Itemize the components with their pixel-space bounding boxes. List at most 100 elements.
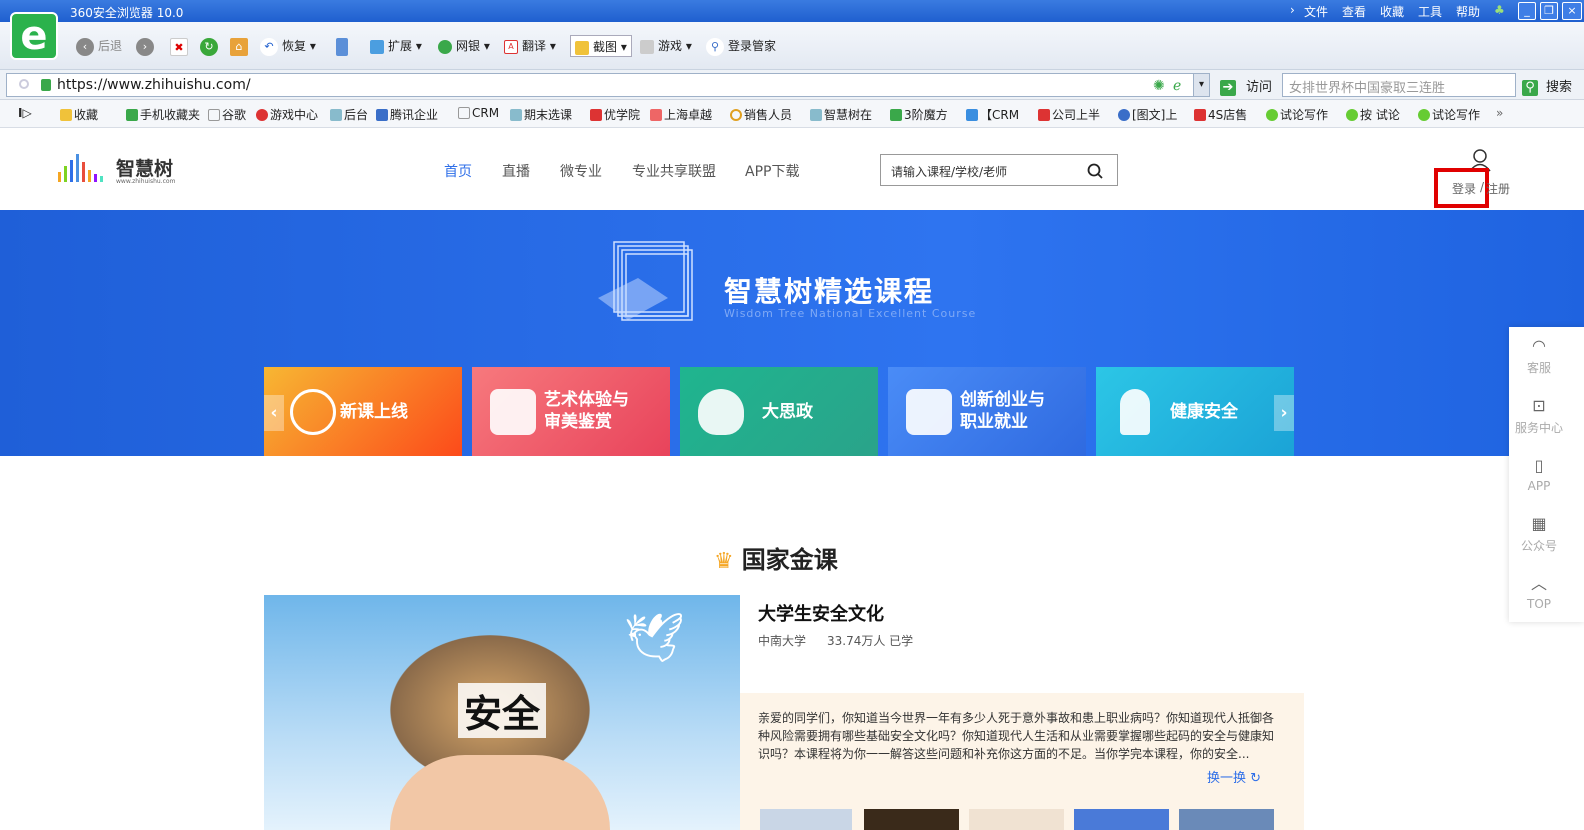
login-manager-button[interactable]: ⚲ 登录管家 [706, 35, 776, 57]
nav-home[interactable]: 首页 [444, 161, 472, 181]
skin-icon[interactable]: ♣ [1494, 3, 1505, 17]
bookmark-label: 后台 [344, 108, 369, 122]
bookmark-label: 【CRM [980, 108, 1020, 122]
bookmark-label: CRM [472, 106, 500, 120]
dove-icon: 🕊 [624, 610, 685, 666]
qr-code-icon: ▦ [1531, 514, 1547, 533]
bookmark-item[interactable]: CRM [458, 106, 499, 120]
screenshot-button[interactable]: 截图 ▾ [570, 35, 632, 57]
restore-button[interactable]: ↶ 恢复 ▾ [260, 35, 316, 57]
speed-icon[interactable]: ✺ [1153, 78, 1165, 94]
bookmark-item[interactable]: 后台 [330, 106, 368, 123]
sidebar-toggle-icon[interactable]: I▷ [18, 106, 32, 120]
stop-button[interactable]: ✖ [170, 35, 192, 57]
rocket-icon [1120, 389, 1150, 435]
visit-button[interactable]: ➔ 访问 [1220, 76, 1272, 96]
related-course-thumb[interactable] [1074, 809, 1169, 830]
bookmark-item[interactable]: 试论写作 [1418, 106, 1480, 123]
back-to-top-button[interactable]: ︿ TOP [1509, 575, 1569, 612]
search-icon[interactable] [1087, 163, 1103, 179]
forward-button[interactable]: › [136, 35, 158, 57]
category-health-safety[interactable]: 健康安全 › [1096, 367, 1294, 456]
games-button[interactable]: 游戏 ▾ [640, 35, 692, 57]
browser-search-button[interactable]: ⚲ 搜索 [1522, 76, 1572, 96]
nav-live[interactable]: 直播 [502, 161, 530, 181]
bookmark-item[interactable]: 3阶魔方 [890, 106, 948, 123]
wechat-official-button[interactable]: ▦ 公众号 [1509, 515, 1569, 554]
page-info-icon [19, 79, 29, 89]
category-new-courses[interactable]: ‹ 新课上线 [264, 367, 462, 456]
menu-help[interactable]: 帮助 [1456, 3, 1480, 20]
menu-file[interactable]: 文件 [1304, 3, 1328, 20]
menu-view[interactable]: 查看 [1342, 3, 1366, 20]
bookmark-item[interactable]: 按 试论 [1346, 106, 1400, 123]
site-header: 智慧树 www.zhihuishu.com 首页 直播 微专业 专业共享联盟 A… [0, 128, 1584, 210]
course-cover-image[interactable]: 安全 🕊 [264, 595, 740, 830]
extend-button[interactable]: 扩展 ▾ [370, 35, 422, 57]
bookmark-item[interactable]: 收藏 [60, 106, 98, 123]
switch-link[interactable]: 换一换 ↻ [1207, 767, 1261, 786]
login-link[interactable]: 登录 [1452, 180, 1476, 197]
nav-alliance[interactable]: 专业共享联盟 [632, 161, 716, 181]
hero-subtitle: Wisdom Tree National Excellent Course [724, 307, 977, 320]
related-course-thumb[interactable] [760, 809, 852, 830]
close-window-button[interactable]: × [1562, 2, 1582, 20]
category-art[interactable]: 艺术体验与 审美鉴赏 [472, 367, 670, 456]
course-title[interactable]: 大学生安全文化 [758, 600, 884, 626]
menu-arrow-icon[interactable]: › [1290, 3, 1295, 17]
url-input[interactable]: https://www.zhihuishu.com/ ✺ ℯ ▾ [6, 73, 1210, 97]
app-button[interactable]: ▯ APP [1509, 457, 1569, 494]
home-button[interactable]: ⌂ [230, 35, 252, 57]
screenshot-label: 截图 [593, 40, 618, 54]
hero-title: 智慧树精选课程 [724, 275, 935, 308]
bookmark-item[interactable]: [图文]上 [1118, 106, 1177, 123]
nav-micro-major[interactable]: 微专业 [560, 161, 602, 181]
category-ideology[interactable]: 大思政 [680, 367, 878, 456]
logo-domain: www.zhihuishu.com [116, 178, 176, 185]
bookmark-item[interactable]: 手机收藏夹 [126, 106, 200, 123]
menu-tools[interactable]: 工具 [1418, 3, 1442, 20]
related-course-thumb[interactable] [969, 809, 1064, 830]
bank-button[interactable]: 网银 ▾ [438, 35, 490, 57]
carousel-prev-icon[interactable]: ‹ [264, 395, 284, 431]
nav-app-download[interactable]: APP下载 [745, 161, 799, 181]
address-bar-row: https://www.zhihuishu.com/ ✺ ℯ ▾ ➔ 访问 女排世… [0, 70, 1584, 100]
minimize-button[interactable]: _ [1518, 2, 1536, 20]
browser-search-input[interactable]: 女排世界杯中国豪取三连胜 [1282, 73, 1516, 97]
bookmark-item[interactable]: 腾讯企业 [376, 106, 438, 123]
site-logo[interactable]: 智慧树 www.zhihuishu.com [58, 154, 198, 186]
register-link[interactable]: 注册 [1486, 180, 1510, 197]
hands-image [390, 755, 610, 830]
related-course-thumb[interactable] [1179, 809, 1274, 830]
bookmark-item[interactable]: 上海卓越 [650, 106, 712, 123]
course-search-input[interactable]: 请输入课程/学校/老师 [880, 154, 1118, 186]
bookmarks-bar: I▷ 收藏 手机收藏夹 谷歌 游戏中心 后台 腾讯企业 CRM 期末选课 优学院… [0, 100, 1584, 128]
bookmark-item[interactable]: 优学院 [590, 106, 640, 123]
bookmark-item[interactable]: 公司上半 [1038, 106, 1100, 123]
url-dropdown-icon[interactable]: ▾ [1193, 74, 1209, 96]
translate-button[interactable]: A 翻译 ▾ [504, 35, 556, 57]
more-bookmarks-icon[interactable]: » [1496, 106, 1503, 120]
bookmark-item[interactable]: 智慧树在 [810, 106, 872, 123]
bars-icon [510, 109, 522, 121]
bookmark-item[interactable]: 4S店售 [1194, 106, 1247, 123]
mobile-button[interactable] [336, 35, 352, 57]
restore-window-button[interactable]: ❐ [1540, 2, 1558, 20]
service-center-button[interactable]: ⊡ 服务中心 [1509, 397, 1569, 436]
bookmark-item[interactable]: 【CRM [966, 106, 1019, 123]
customer-service-button[interactable]: ◠ 客服 [1509, 337, 1569, 376]
bookmark-label: 手机收藏夹 [140, 108, 201, 122]
bookmark-item[interactable]: 试论写作 [1266, 106, 1328, 123]
menu-favorites[interactable]: 收藏 [1380, 3, 1404, 20]
bookmark-item[interactable]: 期末选课 [510, 106, 572, 123]
bookmark-item[interactable]: 销售人员 [730, 106, 792, 123]
carousel-next-icon[interactable]: › [1274, 395, 1294, 431]
back-button[interactable]: ‹ 后退 [76, 35, 122, 57]
ie-mode-icon[interactable]: ℯ [1173, 78, 1181, 94]
bookmark-item[interactable]: 谷歌 [208, 106, 246, 123]
category-innovation[interactable]: 创新创业与 职业就业 [888, 367, 1086, 456]
related-course-thumb[interactable] [864, 809, 959, 830]
bookmark-item[interactable]: 游戏中心 [256, 106, 318, 123]
phone-icon [126, 109, 138, 121]
refresh-button[interactable]: ↻ [200, 35, 222, 57]
